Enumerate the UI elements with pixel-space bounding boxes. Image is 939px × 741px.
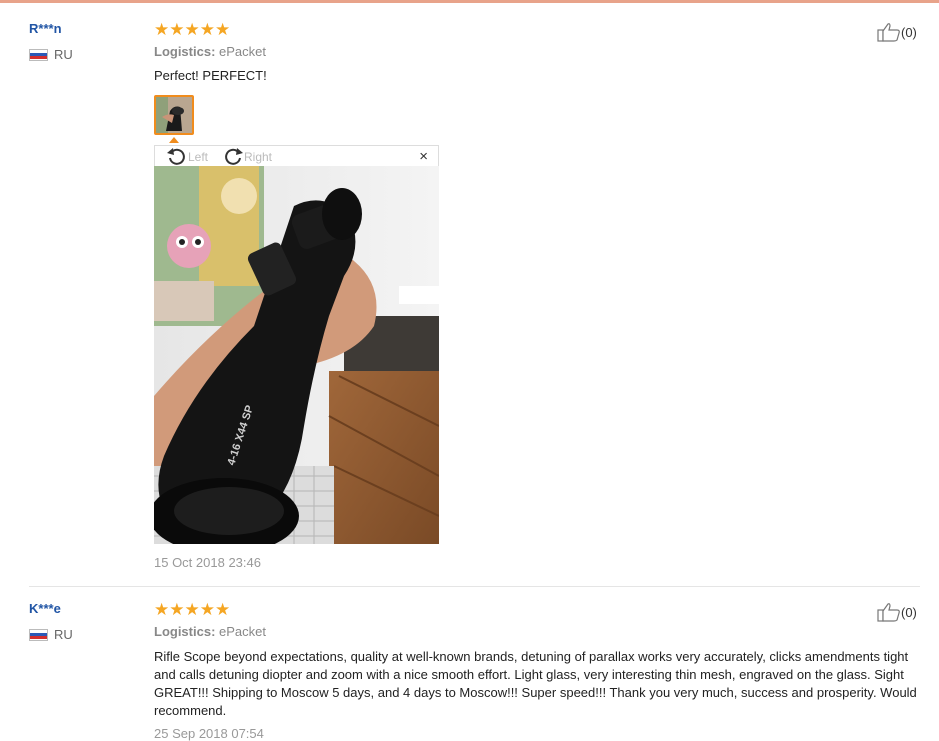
helpful-button[interactable]: (0) <box>877 602 917 622</box>
thumbnail-image <box>156 97 192 133</box>
logistics-label: Logistics: <box>154 624 216 639</box>
star-rating: ★★★★★ <box>154 600 231 619</box>
review-date: 15 Oct 2018 23:46 <box>154 555 261 570</box>
close-viewer-button[interactable]: × <box>419 148 428 165</box>
top-border <box>0 0 939 3</box>
logistics-value: ePacket <box>219 624 267 639</box>
review-text: Perfect! PERFECT! <box>154 68 267 83</box>
reviewer-name[interactable]: K***e <box>29 601 61 616</box>
review-date: 25 Sep 2018 07:54 <box>154 726 264 741</box>
star-rating: ★★★★★ <box>154 20 231 39</box>
reviewer-country: RU <box>29 47 73 62</box>
reviewer-name[interactable]: R***n <box>29 21 62 36</box>
photo-viewer-toolbar: Left Right × <box>154 145 439 166</box>
rotate-right-icon <box>225 148 243 165</box>
helpful-button[interactable]: (0) <box>877 22 917 42</box>
review-photo-thumbnail[interactable] <box>154 95 194 135</box>
thumbnail-selected-caret <box>169 137 179 143</box>
review-divider <box>29 586 920 587</box>
logistics-info: Logistics: ePacket <box>154 624 266 639</box>
country-code: RU <box>54 627 73 642</box>
logistics-info: Logistics: ePacket <box>154 44 266 59</box>
russia-flag-icon <box>29 628 48 641</box>
logistics-label: Logistics: <box>154 44 216 59</box>
helpful-count: (0) <box>901 604 917 620</box>
russia-flag-icon <box>29 48 48 61</box>
rotate-right-label: Right <box>244 150 273 164</box>
rotate-right-button[interactable]: Right <box>222 147 272 167</box>
rotate-left-label: Left <box>188 150 209 164</box>
logistics-value: ePacket <box>219 44 267 59</box>
reviewer-country: RU <box>29 627 73 642</box>
country-code: RU <box>54 47 73 62</box>
review-text: Rifle Scope beyond expectations, quality… <box>154 649 917 718</box>
thumbs-up-icon <box>877 23 900 42</box>
review-photo-large: 4-16 X44 SP <box>154 166 439 544</box>
helpful-count: (0) <box>901 24 917 40</box>
rotate-left-button[interactable]: Left <box>166 147 208 167</box>
thumbs-up-icon <box>877 603 900 622</box>
rotate-left-icon <box>167 148 185 165</box>
rifle-scope-photo: 4-16 X44 SP <box>154 166 439 544</box>
